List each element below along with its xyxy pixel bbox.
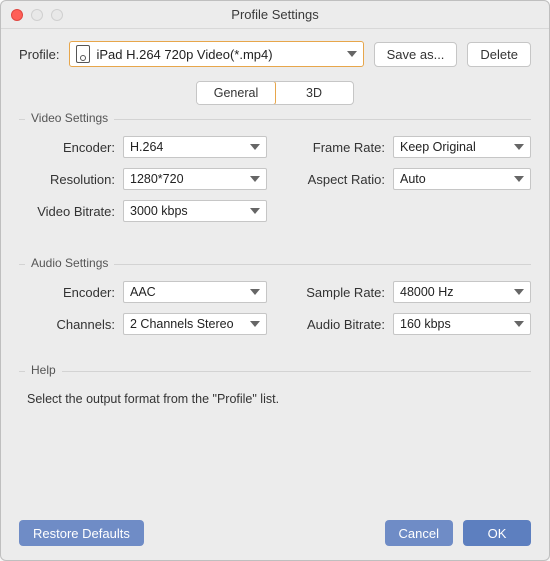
tab-3d[interactable]: 3D [275,82,353,104]
ok-button[interactable]: OK [463,520,531,546]
save-as-button[interactable]: Save as... [374,42,458,67]
aspect-ratio-label: Aspect Ratio: [283,172,393,187]
aspect-ratio-select[interactable]: Auto [393,168,531,190]
video-settings-label: Video Settings [25,111,114,125]
chevron-down-icon [347,51,357,57]
content-area: Profile: iPad H.264 720p Video(*.mp4) Sa… [1,29,549,450]
field-video-bitrate: Video Bitrate: 3000 kbps [19,200,267,222]
close-icon[interactable] [11,9,23,21]
audio-bitrate-label: Audio Bitrate: [283,317,393,332]
field-sample-rate: Sample Rate: 48000 Hz [283,281,531,303]
delete-button[interactable]: Delete [467,42,531,67]
chevron-down-icon [250,208,260,214]
help-label: Help [25,363,62,377]
zoom-icon [51,9,63,21]
field-aspect-ratio: Aspect Ratio: Auto [283,168,531,190]
help-text: Select the output format from the "Profi… [19,388,531,446]
profile-selected-text: iPad H.264 720p Video(*.mp4) [96,47,336,62]
video-encoder-label: Encoder: [19,140,123,155]
field-video-encoder: Encoder: H.264 [19,136,267,158]
tab-segmented-control: General 3D [196,81,354,105]
field-audio-encoder: Encoder: AAC [19,281,267,303]
audio-settings-group: Audio Settings Encoder: AAC Sample Rate:… [19,264,531,339]
frame-rate-value: Keep Original [400,140,476,154]
profile-select[interactable]: iPad H.264 720p Video(*.mp4) [69,41,363,67]
field-resolution: Resolution: 1280*720 [19,168,267,190]
field-frame-rate: Frame Rate: Keep Original [283,136,531,158]
sample-rate-value: 48000 Hz [400,285,454,299]
audio-settings-label: Audio Settings [25,256,114,270]
audio-encoder-value: AAC [130,285,156,299]
resolution-label: Resolution: [19,172,123,187]
audio-bitrate-value: 160 kbps [400,317,451,331]
channels-value: 2 Channels Stereo [130,317,234,331]
channels-select[interactable]: 2 Channels Stereo [123,313,267,335]
chevron-down-icon [514,144,524,150]
chevron-down-icon [514,289,524,295]
profile-label: Profile: [19,47,59,62]
chevron-down-icon [514,321,524,327]
profile-settings-window: Profile Settings Profile: iPad H.264 720… [0,0,550,561]
aspect-ratio-value: Auto [400,172,426,186]
video-encoder-select[interactable]: H.264 [123,136,267,158]
channels-label: Channels: [19,317,123,332]
audio-bitrate-select[interactable]: 160 kbps [393,313,531,335]
footer: Restore Defaults Cancel OK [19,520,531,546]
frame-rate-label: Frame Rate: [283,140,393,155]
video-settings-group: Video Settings Encoder: H.264 Frame Rate… [19,119,531,226]
video-encoder-value: H.264 [130,140,163,154]
video-bitrate-value: 3000 kbps [130,204,188,218]
frame-rate-select[interactable]: Keep Original [393,136,531,158]
restore-defaults-button[interactable]: Restore Defaults [19,520,144,546]
chevron-down-icon [250,176,260,182]
window-controls [11,9,63,21]
profile-row: Profile: iPad H.264 720p Video(*.mp4) Sa… [19,41,531,67]
chevron-down-icon [514,176,524,182]
window-title: Profile Settings [1,7,549,22]
field-audio-bitrate: Audio Bitrate: 160 kbps [283,313,531,335]
chevron-down-icon [250,289,260,295]
sample-rate-label: Sample Rate: [283,285,393,300]
resolution-select[interactable]: 1280*720 [123,168,267,190]
chevron-down-icon [250,144,260,150]
ipad-icon [76,45,90,63]
video-bitrate-label: Video Bitrate: [19,204,123,219]
sample-rate-select[interactable]: 48000 Hz [393,281,531,303]
resolution-value: 1280*720 [130,172,184,186]
tab-general[interactable]: General [196,81,276,105]
audio-encoder-select[interactable]: AAC [123,281,267,303]
chevron-down-icon [250,321,260,327]
titlebar: Profile Settings [1,1,549,29]
cancel-button[interactable]: Cancel [385,520,453,546]
help-group: Help Select the output format from the "… [19,371,531,450]
minimize-icon [31,9,43,21]
video-bitrate-select[interactable]: 3000 kbps [123,200,267,222]
field-channels: Channels: 2 Channels Stereo [19,313,267,335]
audio-encoder-label: Encoder: [19,285,123,300]
